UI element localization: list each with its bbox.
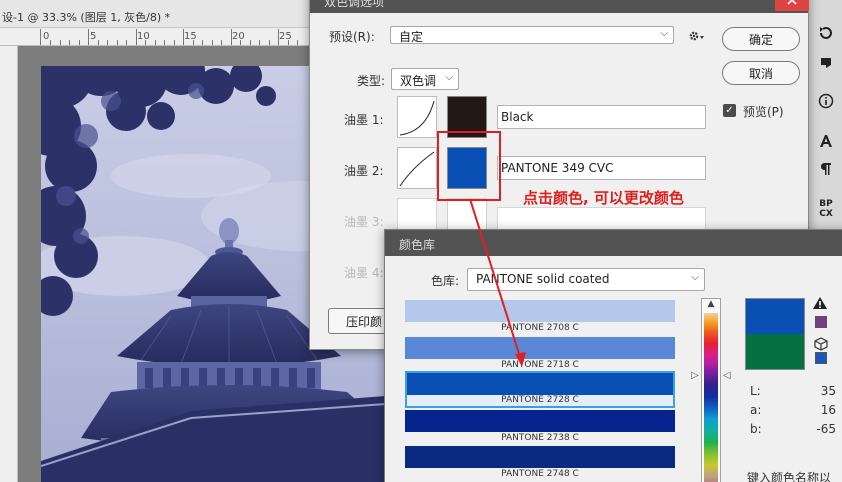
annotation-arrow — [469, 198, 526, 367]
